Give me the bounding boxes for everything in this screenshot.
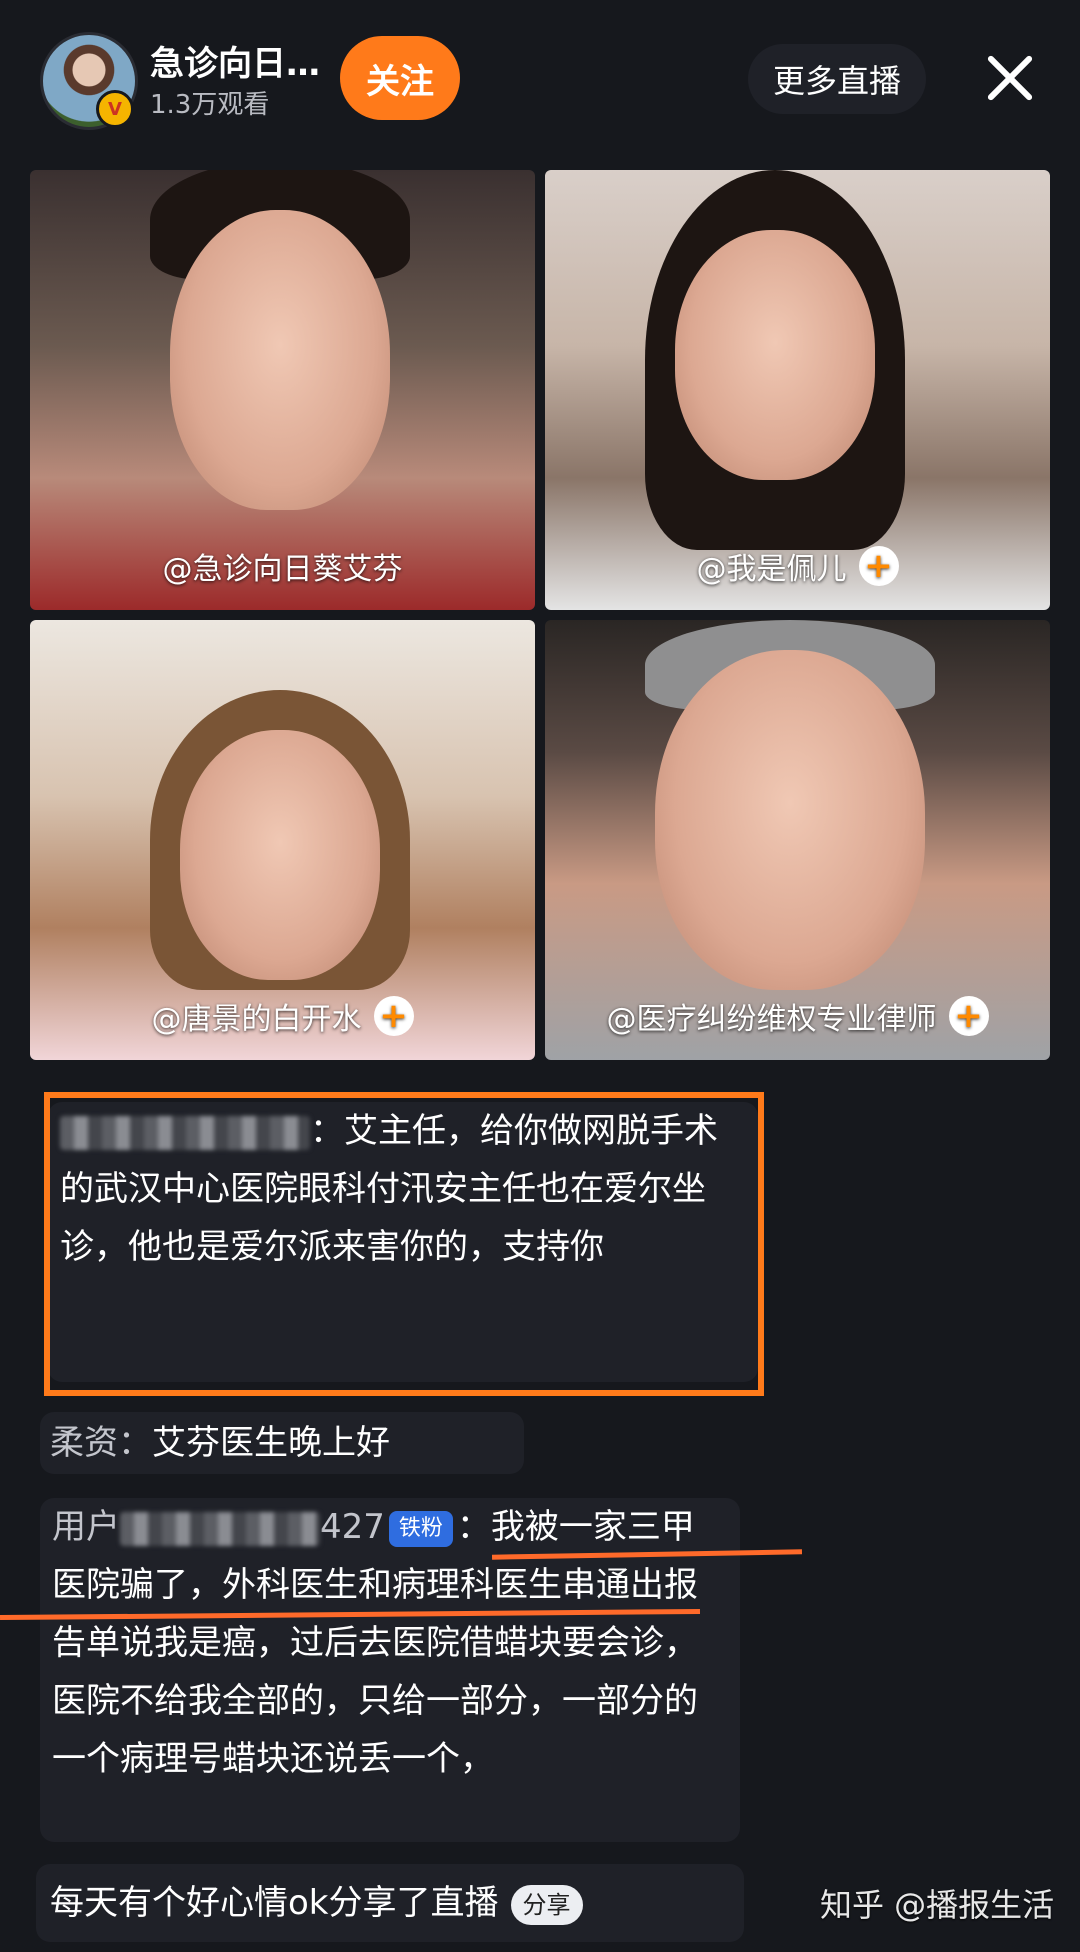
chat-message: 每天有个好心情ok分享了直播 分享 [36, 1864, 744, 1942]
chat-text: 每天有个好心情ok分享了直播 [50, 1883, 499, 1923]
fan-badge: 铁粉 [388, 1510, 453, 1547]
video-tile-guest-3[interactable]: @医疗纠纷维权专业律师 + [545, 620, 1050, 1060]
tile-label: @急诊向日葵艾芬 [30, 544, 535, 588]
blurred-username [120, 1511, 320, 1546]
tile-face [655, 650, 925, 990]
chat-username-suffix: 427 [320, 1507, 385, 1547]
close-icon[interactable] [980, 48, 1040, 108]
verified-badge-icon: V [96, 90, 134, 128]
chat-text: ：我被一家三 [456, 1507, 661, 1547]
chat-message: 用户 427 铁粉 ：我被一家三甲医院骗了，外科医生和病理科医生串通出报告单说我是癌，… [40, 1498, 740, 1842]
tile-username: @医疗纠纷维权专业律师 [606, 1002, 937, 1037]
video-tile-guest-2[interactable]: @唐景的白开水 + [30, 620, 535, 1060]
follow-plus-icon[interactable]: + [948, 996, 989, 1036]
follow-plus-icon[interactable]: + [373, 996, 414, 1036]
chat-username[interactable]: 柔资： [50, 1423, 152, 1463]
chat-message: 柔资：艾芬医生晚上好 [40, 1412, 524, 1474]
video-tile-guest-1[interactable]: @我是佩儿 + [545, 170, 1050, 610]
viewer-count: 1.3万观看 [150, 90, 270, 120]
chat-username[interactable]: 用户 [52, 1507, 120, 1547]
chat-text: 艾芬医生晚上好 [152, 1423, 390, 1463]
share-badge: 分享 [510, 1884, 583, 1925]
tile-face [170, 210, 390, 510]
video-tile-host[interactable]: @急诊向日葵艾芬 [30, 170, 535, 610]
chat-text: 甲医院骗了，外科医生和病理科医生串通出报告单说我是癌，过后去医院借蜡块要会诊，医… [52, 1507, 698, 1779]
tile-label: @医疗纠纷维权专业律师 + [545, 994, 1050, 1038]
more-live-button[interactable]: 更多直播 [748, 44, 926, 114]
tile-face [180, 730, 380, 980]
host-name[interactable]: 急诊向日… [150, 36, 320, 85]
tile-face [675, 230, 875, 480]
tile-username: @急诊向日葵艾芬 [162, 552, 403, 587]
tile-label: @唐景的白开水 + [30, 994, 535, 1038]
follow-button[interactable]: 关注 [340, 36, 460, 120]
highlight-annotation [44, 1092, 764, 1396]
watermark: 知乎 @播报生活 [820, 1886, 1055, 1924]
live-header: V 急诊向日… 1.3万观看 关注 更多直播 [0, 0, 1080, 160]
tile-username: @我是佩儿 [696, 552, 847, 587]
follow-plus-icon[interactable]: + [858, 546, 899, 586]
tile-username: @唐景的白开水 [151, 1002, 362, 1037]
tile-label: @我是佩儿 + [545, 544, 1050, 588]
